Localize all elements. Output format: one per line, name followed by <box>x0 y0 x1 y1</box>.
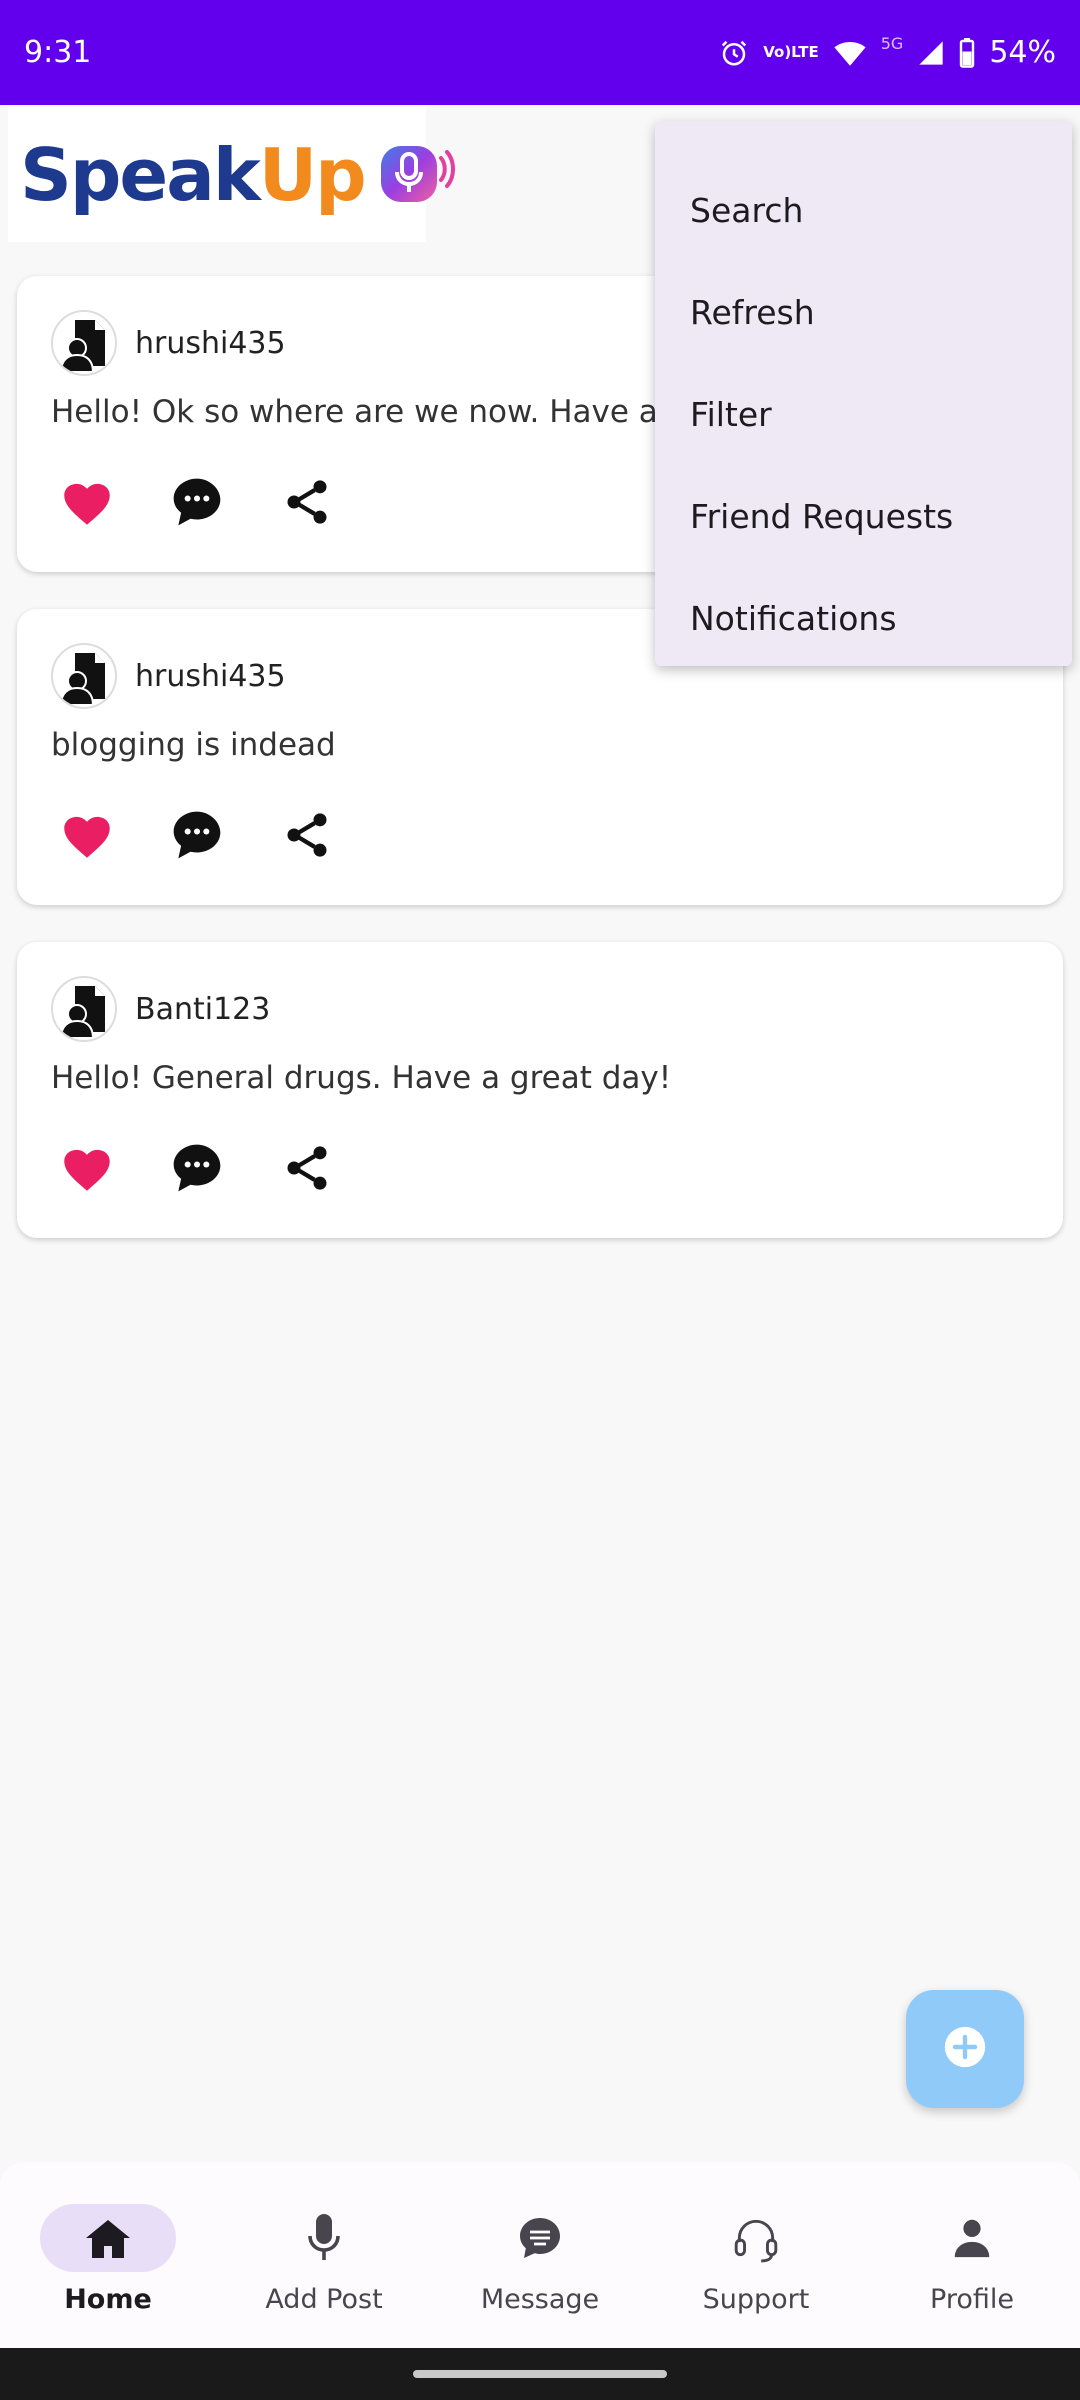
nav-label: Message <box>480 2284 600 2315</box>
share-icon[interactable] <box>277 805 337 865</box>
nav-label: Home <box>64 2284 152 2315</box>
post-card[interactable]: Banti123 Hello! General drugs. Have a gr… <box>17 942 1063 1238</box>
battery-percent: 54% <box>989 35 1056 70</box>
post-actions <box>57 1138 387 1198</box>
share-icon[interactable] <box>277 472 337 532</box>
chat-icon <box>472 2204 608 2272</box>
post-username[interactable]: Banti123 <box>135 992 270 1027</box>
comment-icon[interactable] <box>167 805 227 865</box>
microphone-icon <box>256 2204 392 2272</box>
volte-icon: Vo) LTE <box>763 43 819 61</box>
menu-item-friend-requests[interactable]: Friend Requests <box>655 465 1072 567</box>
gesture-handle[interactable] <box>413 2370 667 2378</box>
signal-icon <box>917 39 945 67</box>
logo-microphone-icon <box>379 140 455 210</box>
nav-label: Add Post <box>265 2284 383 2315</box>
headset-icon <box>688 2204 824 2272</box>
like-heart-icon[interactable] <box>57 472 117 532</box>
post-actions <box>57 472 387 532</box>
post-text: blogging is indead <box>51 727 336 763</box>
overflow-menu: Search Refresh Filter Friend Requests No… <box>655 121 1072 666</box>
avatar[interactable] <box>51 976 117 1042</box>
wifi-icon <box>833 38 867 68</box>
post-text: Hello! Ok so where are we now. Have a gr <box>51 394 701 430</box>
home-icon <box>40 2204 176 2272</box>
nav-label: Support <box>702 2284 810 2315</box>
post-text: Hello! General drugs. Have a great day! <box>51 1060 672 1096</box>
like-heart-icon[interactable] <box>57 1138 117 1198</box>
post-header: hrushi435 <box>51 310 286 376</box>
status-bar: 9:31 Vo) LTE 5G 54% <box>0 0 1080 105</box>
post-header: hrushi435 <box>51 643 286 709</box>
alarm-icon <box>719 38 749 68</box>
plus-circle-icon <box>943 2025 987 2073</box>
person-icon <box>904 2204 1040 2272</box>
post-username[interactable]: hrushi435 <box>135 326 286 361</box>
app-logo: SpeakUp <box>8 107 455 242</box>
menu-item-filter[interactable]: Filter <box>655 363 1072 465</box>
nav-label: Profile <box>930 2284 1014 2315</box>
share-icon[interactable] <box>277 1138 337 1198</box>
avatar[interactable] <box>51 310 117 376</box>
post-actions <box>57 805 387 865</box>
status-time: 9:31 <box>24 35 92 70</box>
post-header: Banti123 <box>51 976 270 1042</box>
comment-icon[interactable] <box>167 472 227 532</box>
add-fab-button[interactable] <box>906 1990 1024 2108</box>
post-username[interactable]: hrushi435 <box>135 659 286 694</box>
status-icons: Vo) LTE 5G 54% <box>719 34 1056 70</box>
network-type: 5G <box>880 34 904 53</box>
logo-text: SpeakUp <box>20 132 367 217</box>
battery-icon <box>959 37 975 68</box>
menu-item-refresh[interactable]: Refresh <box>655 261 1072 363</box>
comment-icon[interactable] <box>167 1138 227 1198</box>
menu-item-notifications[interactable]: Notifications <box>655 567 1072 669</box>
menu-item-search[interactable]: Search <box>655 159 1072 261</box>
avatar[interactable] <box>51 643 117 709</box>
like-heart-icon[interactable] <box>57 805 117 865</box>
